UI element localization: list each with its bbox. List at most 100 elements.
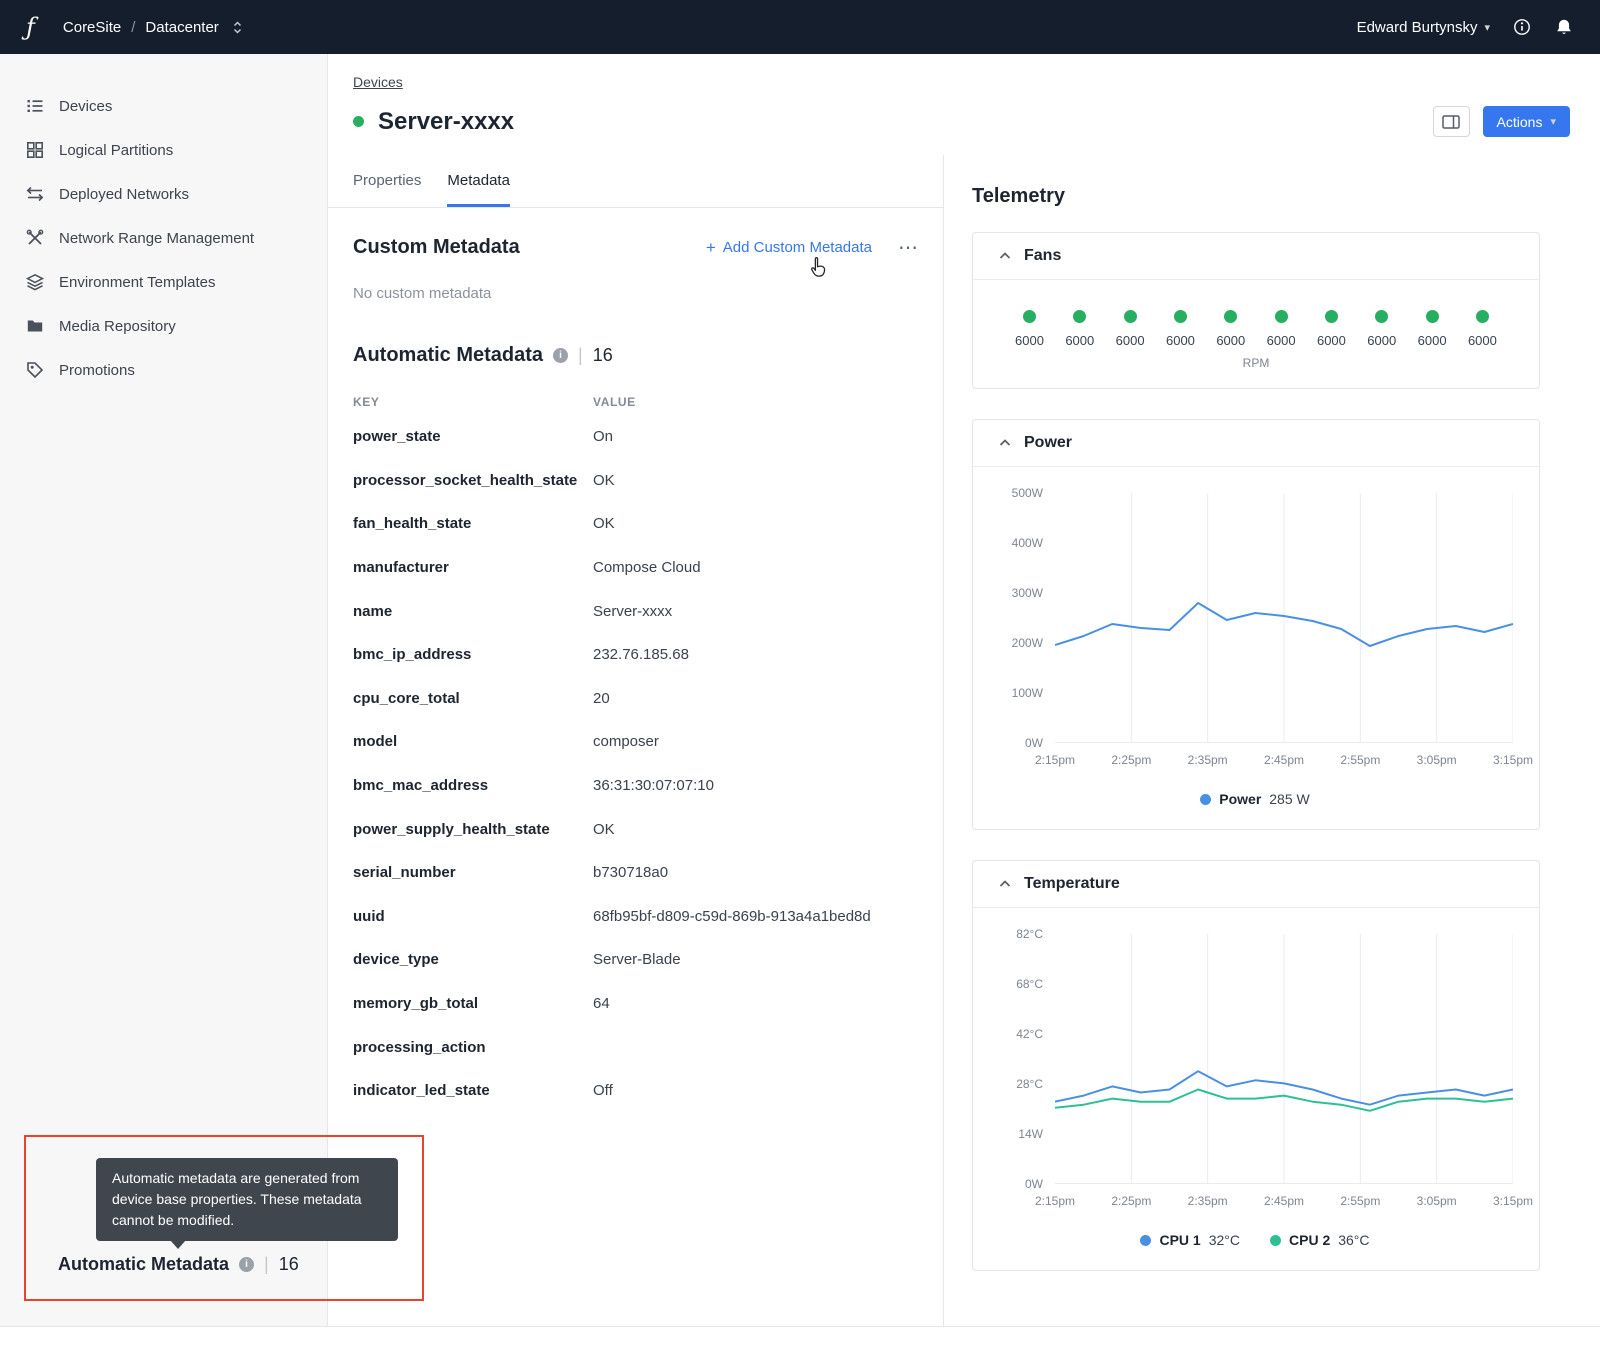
fan-reading: 6000	[1468, 310, 1497, 348]
devices-back-link[interactable]: Devices	[353, 74, 403, 90]
fan-reading: 6000	[1166, 310, 1195, 348]
breadcrumb-section[interactable]: Datacenter	[145, 19, 218, 36]
info-icon[interactable]	[1512, 17, 1532, 37]
tab-bar: Properties Metadata	[328, 155, 943, 208]
metadata-key: processor_socket_health_state	[353, 471, 578, 489]
table-row: indicator_led_state Off	[353, 1069, 918, 1113]
sidebar-item-label: Logical Partitions	[59, 141, 174, 159]
telemetry-title: Telemetry	[972, 185, 1066, 207]
metadata-value: 36:31:30:07:07:10	[593, 777, 714, 795]
y-tick: 42°C	[1016, 1027, 1043, 1041]
x-tick: 2:15pm	[1034, 753, 1076, 767]
x-tick: 3:15pm	[1492, 753, 1534, 767]
breadcrumb[interactable]: CoreSite / Datacenter	[63, 19, 242, 36]
tooltip-caption: Automatic Metadata i | 16	[58, 1254, 299, 1275]
collapse-chevron-icon[interactable]	[999, 252, 1011, 260]
y-tick: 14W	[1018, 1127, 1043, 1141]
sidebar-item-promotions[interactable]: Promotions	[0, 348, 327, 392]
power-card-title: Power	[1024, 434, 1073, 451]
metadata-key: memory_gb_total	[353, 995, 479, 1013]
sidebar-item-network-range-management[interactable]: Network Range Management	[0, 216, 327, 260]
folder-icon	[27, 320, 43, 332]
power-legend: Power 285 W	[997, 791, 1513, 807]
fan-rpm-value: 6000	[1216, 333, 1246, 348]
sidebar-item-label: Deployed Networks	[59, 185, 190, 203]
power-chart	[1055, 493, 1513, 743]
tooltip: Automatic metadata are generated from de…	[96, 1158, 398, 1241]
fan-rpm-value: 6000	[1065, 333, 1095, 348]
breadcrumb-org[interactable]: CoreSite	[63, 19, 121, 36]
power-legend-dot	[1200, 793, 1212, 805]
fan-status-dot	[1375, 310, 1389, 323]
fan-rpm-value: 6000	[1417, 333, 1447, 348]
y-tick: 82°C	[1016, 927, 1043, 941]
sidebar-item-media-repository[interactable]: Media Repository	[0, 304, 327, 348]
caption-count: 16	[278, 1254, 299, 1274]
sidebar-item-devices[interactable]: Devices	[0, 84, 327, 128]
user-menu[interactable]: Edward Burtynsky ▾	[1357, 19, 1490, 36]
cpu1-legend-value: 32°C	[1208, 1232, 1240, 1248]
metadata-value: composer	[593, 733, 659, 751]
fan-status-dot	[1425, 310, 1439, 323]
content: Devices Server-xxxx Actions ▾ Properties…	[328, 54, 1600, 1326]
caret-down-icon: ▾	[1550, 116, 1556, 128]
x-tick: 2:55pm	[1340, 1194, 1381, 1208]
y-tick: 0W	[1025, 1177, 1043, 1191]
fan-status-dot	[1173, 310, 1187, 323]
metadata-key: cpu_core_total	[353, 689, 460, 707]
table-row: serial_number b730718a0	[353, 851, 918, 895]
page-header: Devices Server-xxxx Actions ▾	[328, 54, 1600, 155]
table-row: memory_gb_total 64	[353, 982, 918, 1026]
metadata-key: manufacturer	[353, 559, 449, 577]
info-icon[interactable]: i	[553, 348, 569, 363]
x-tick: 2:25pm	[1111, 1194, 1152, 1208]
metadata-key: bmc_ip_address	[353, 646, 472, 664]
sidebar-item-logical-partitions[interactable]: Logical Partitions	[0, 128, 327, 172]
table-row: manufacturer Compose Cloud	[353, 546, 918, 590]
panel-layout-button[interactable]	[1432, 106, 1470, 137]
metadata-key: name	[353, 602, 393, 620]
fan-status-dot	[1274, 310, 1288, 323]
more-options-icon[interactable]: ⋯	[898, 238, 918, 258]
fan-rpm-value: 6000	[1266, 333, 1296, 348]
table-row: bmc_mac_address 36:31:30:07:07:10	[353, 764, 918, 808]
y-tick: 200W	[1011, 636, 1043, 650]
breadcrumb-separator: /	[131, 18, 136, 36]
fan-reading: 6000	[1116, 310, 1145, 348]
add-custom-metadata-label: Add Custom Metadata	[722, 239, 872, 256]
sidebar-item-label: Environment Templates	[59, 273, 216, 291]
metadata-value: OK	[593, 471, 615, 489]
temperature-y-axis: 82°C 68°C 42°C 28°C 14W 0W	[997, 927, 1043, 1191]
sidebar-item-deployed-networks[interactable]: Deployed Networks	[0, 172, 327, 216]
value-column-header: VALUE	[593, 395, 636, 409]
metadata-value: b730718a0	[593, 864, 669, 882]
fan-status-dot	[1324, 310, 1338, 323]
y-tick: 68°C	[1016, 977, 1043, 991]
fan-status-dot	[1224, 310, 1238, 323]
tooltip-arrow	[170, 1240, 186, 1249]
sidebar-item-environment-templates[interactable]: Environment Templates	[0, 260, 327, 304]
y-tick: 400W	[1011, 536, 1043, 550]
metadata-value: 64	[593, 995, 610, 1013]
tab-metadata[interactable]: Metadata	[447, 172, 510, 207]
brand-logo[interactable]: ƒ	[26, 13, 35, 41]
no-custom-metadata-text: No custom metadata	[353, 285, 492, 302]
key-column-header: KEY	[353, 395, 380, 409]
user-name: Edward Burtynsky	[1356, 18, 1478, 36]
info-icon[interactable]: i	[239, 1257, 255, 1272]
actions-button[interactable]: Actions ▾	[1482, 106, 1570, 137]
x-tick: 2:35pm	[1187, 753, 1228, 767]
fan-rpm-value: 6000	[1316, 333, 1346, 348]
add-custom-metadata-button[interactable]: + Add Custom Metadata	[706, 238, 872, 258]
table-row: uuid 68fb95bf-d809-c59d-869b-913a4a1bed8d	[353, 895, 918, 939]
notifications-bell-icon[interactable]	[1554, 17, 1574, 37]
y-tick: 0W	[1025, 736, 1043, 750]
switcher-chevrons-icon[interactable]	[233, 20, 242, 34]
fan-reading: 6000	[1216, 310, 1245, 348]
fan-rpm-value: 6000	[1165, 333, 1195, 348]
collapse-chevron-icon[interactable]	[999, 439, 1011, 447]
tab-properties[interactable]: Properties	[353, 172, 421, 207]
plus-icon: +	[705, 237, 716, 257]
metadata-key: fan_health_state	[353, 515, 472, 533]
collapse-chevron-icon[interactable]	[999, 880, 1011, 888]
